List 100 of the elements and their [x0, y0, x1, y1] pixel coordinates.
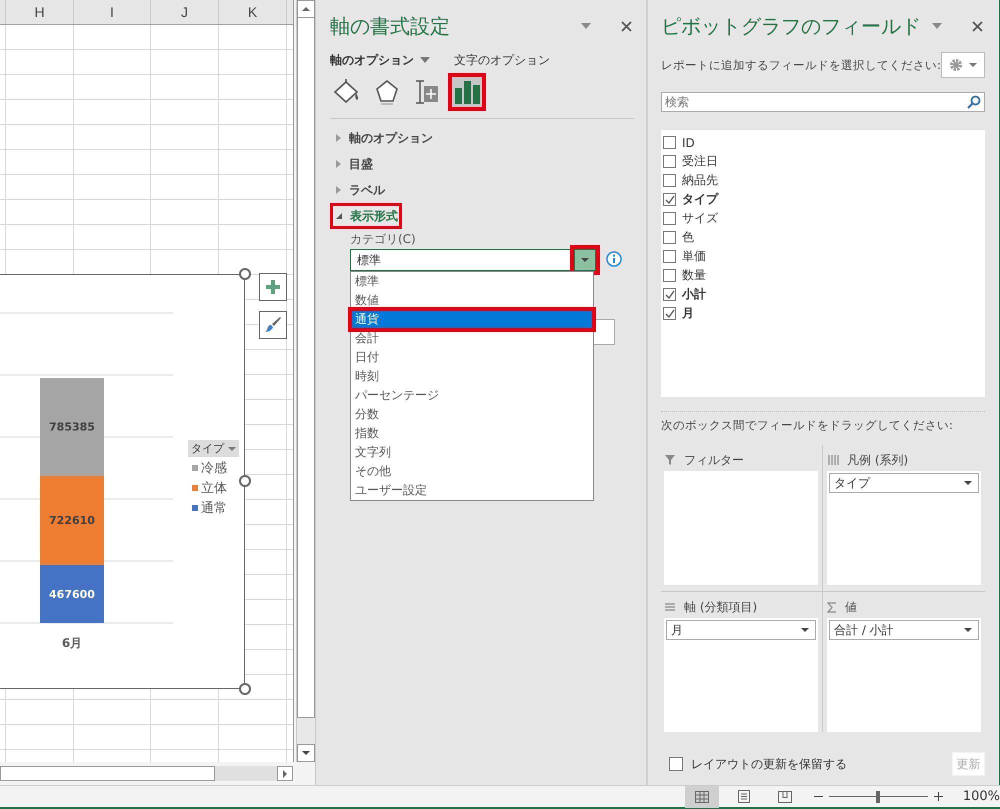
- view-button[interactable]: [685, 786, 719, 808]
- column-header[interactable]: I: [74, 0, 151, 24]
- chart-styles-button[interactable]: [259, 311, 287, 339]
- checkbox-label[interactable]: レイアウトの更新を保留する: [691, 756, 944, 772]
- data-label: 722610: [49, 514, 95, 528]
- checkbox[interactable]: [663, 269, 676, 282]
- resize-handle[interactable]: [239, 475, 251, 487]
- area-label: フィルター: [684, 452, 744, 468]
- field-chip[interactable]: タイプ: [829, 473, 979, 493]
- columns-icon: [827, 454, 839, 466]
- dropdown-option[interactable]: その他: [351, 462, 593, 481]
- horizontal-scrollbar[interactable]: [0, 766, 293, 781]
- dropdown-option[interactable]: 分数: [351, 405, 593, 424]
- options-tab[interactable]: 軸のオプション: [330, 52, 414, 68]
- dropdown-option[interactable]: 時刻: [351, 367, 593, 386]
- scroll-down-button[interactable]: [297, 744, 315, 762]
- data-label: 785385: [49, 420, 95, 434]
- field-label[interactable]: 受注日: [682, 153, 718, 170]
- pane-options-icon[interactable]: [581, 23, 591, 29]
- search-field[interactable]: 検索: [661, 92, 985, 112]
- scroll-thumb[interactable]: [0, 766, 215, 781]
- zoom-level[interactable]: 100%: [962, 789, 1000, 804]
- sigma-icon: [827, 602, 837, 612]
- dropdown-option[interactable]: ユーザー設定: [351, 481, 593, 500]
- resize-handle[interactable]: [239, 683, 251, 695]
- settings-button[interactable]: [941, 52, 985, 78]
- legend-filter-button[interactable]: タイプ: [188, 440, 239, 457]
- search-icon[interactable]: [967, 95, 981, 109]
- dropdown-option[interactable]: 日付: [351, 348, 593, 367]
- data-label: 467600: [49, 588, 95, 601]
- pane-title: 軸の書式設定: [330, 12, 451, 40]
- chart-elements-button[interactable]: [259, 273, 287, 301]
- checkbox[interactable]: [663, 288, 676, 301]
- field-label[interactable]: ID: [682, 136, 695, 150]
- slider-thumb[interactable]: [876, 790, 880, 802]
- dropdown-option[interactable]: 通貨: [351, 310, 593, 329]
- grid-icon: [694, 790, 709, 802]
- caret-icon[interactable]: [420, 57, 430, 63]
- field-label[interactable]: 色: [682, 229, 694, 246]
- field-chip[interactable]: 合計 / 小計: [829, 620, 979, 640]
- section-header[interactable]: 表示形式: [330, 203, 402, 229]
- checkbox[interactable]: [663, 231, 676, 244]
- checkbox[interactable]: [663, 250, 676, 263]
- field-label[interactable]: タイプ: [682, 191, 718, 208]
- section-header[interactable]: 目盛: [330, 151, 377, 177]
- scroll-right-button[interactable]: [277, 766, 293, 781]
- options-tab[interactable]: 文字のオプション: [454, 52, 550, 68]
- dropdown-option[interactable]: 標準: [351, 272, 593, 291]
- checkbox[interactable]: [663, 174, 676, 187]
- info-icon[interactable]: [606, 251, 622, 267]
- bar-chart-icon: [454, 79, 480, 105]
- field-label[interactable]: サイズ: [682, 210, 718, 227]
- size-properties-icon: [413, 78, 441, 106]
- page-break-icon: [778, 790, 792, 802]
- brush-icon: [264, 316, 282, 334]
- dropdown-option[interactable]: 数値: [351, 291, 593, 310]
- dropdown-option[interactable]: 会計: [351, 329, 593, 348]
- plus-icon: [265, 279, 281, 295]
- close-icon[interactable]: [972, 20, 983, 32]
- checkbox[interactable]: [663, 193, 676, 206]
- close-icon[interactable]: [621, 20, 632, 32]
- category-label: 6月: [62, 636, 82, 650]
- section-header[interactable]: 軸のオプション: [330, 125, 437, 151]
- column-header[interactable]: H: [6, 0, 74, 24]
- settings-icon: [949, 58, 963, 72]
- column-header[interactable]: J: [151, 0, 219, 24]
- instruction-text: レポートに追加するフィールドを選択してください:: [661, 58, 941, 72]
- pentagon-icon: [373, 78, 401, 106]
- checkbox[interactable]: [663, 155, 676, 168]
- section-header[interactable]: ラベル: [330, 177, 389, 203]
- dropdown-option[interactable]: パーセンテージ: [351, 386, 593, 405]
- checkbox[interactable]: [669, 757, 683, 771]
- category-tab[interactable]: [450, 75, 484, 109]
- field-label[interactable]: 数量: [682, 267, 706, 284]
- field-label[interactable]: 小計: [682, 286, 706, 303]
- area-label: 凡例 (系列): [847, 452, 908, 468]
- legend-label: 通常: [201, 500, 227, 517]
- drop-area[interactable]: 月: [664, 618, 818, 732]
- field-label[interactable]: 納品先: [682, 172, 718, 189]
- dropdown-option[interactable]: 指数: [351, 424, 593, 443]
- dropdown-option[interactable]: 文字列: [351, 443, 593, 462]
- drop-area[interactable]: 合計 / 小計: [827, 618, 981, 732]
- area-label: 軸 (分類項目): [684, 598, 758, 616]
- resize-handle[interactable]: [239, 268, 251, 280]
- field-label[interactable]: 単価: [682, 248, 706, 265]
- checkbox[interactable]: [663, 212, 676, 225]
- column-header[interactable]: K: [219, 0, 287, 24]
- field-chip[interactable]: 月: [666, 620, 816, 640]
- chart-area[interactable]: 467600 722610 785385 6月 タイプ 冷感 立体 通常: [0, 274, 245, 689]
- legend-label: 冷感: [201, 460, 227, 477]
- pane-options-icon[interactable]: [932, 23, 942, 29]
- pane-title: ピボットグラフのフィールド: [661, 12, 922, 40]
- rows-icon: [664, 601, 676, 613]
- checkbox[interactable]: [663, 307, 676, 320]
- scroll-up-button[interactable]: [297, 0, 315, 18]
- field-label[interactable]: 月: [682, 305, 694, 322]
- legend-label: 立体: [201, 480, 227, 497]
- drop-area[interactable]: タイプ: [827, 471, 981, 585]
- checkbox[interactable]: [663, 136, 676, 149]
- plus-icon[interactable]: [934, 792, 943, 801]
